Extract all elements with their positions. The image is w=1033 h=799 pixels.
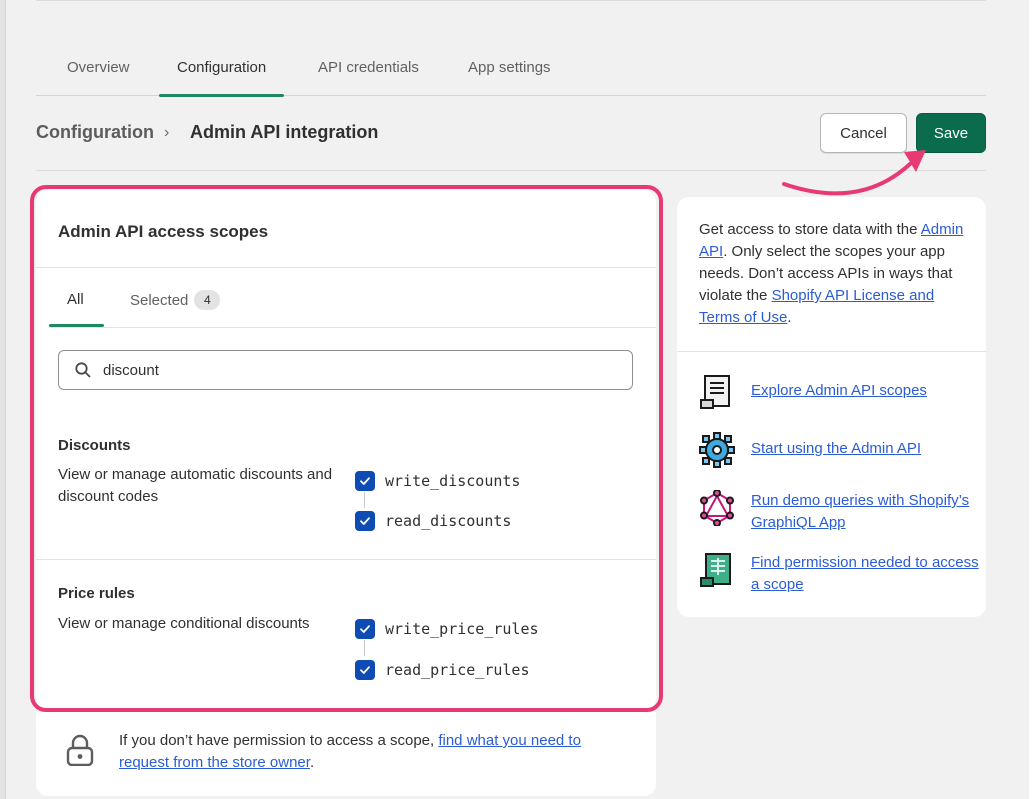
tab-overview[interactable]: Overview: [67, 47, 130, 96]
checkbox-read-price-rules[interactable]: [355, 660, 375, 680]
group-title-price-rules: Price rules: [58, 585, 135, 602]
resource-link[interactable]: Explore Admin API scopes: [751, 380, 927, 402]
divider: [677, 351, 986, 352]
tab-selected-label: Selected: [130, 292, 189, 309]
divider: [49, 327, 656, 328]
side-intro: Get access to store data with the Admin …: [699, 219, 971, 329]
page-title: Admin API integration: [190, 122, 379, 142]
search-icon: [75, 362, 91, 378]
help-side-card: Get access to store data with the Admin …: [677, 197, 986, 617]
breadcrumb-configuration[interactable]: Configuration: [36, 122, 154, 143]
scope-label: write_price_rules: [385, 620, 539, 638]
checkmark-icon: [360, 625, 370, 633]
checkmark-icon: [360, 477, 370, 485]
access-scopes-card: Admin API access scopes All Selected 4 Di…: [36, 190, 656, 710]
scope-label: read_price_rules: [385, 661, 530, 679]
tab-all[interactable]: All: [67, 291, 84, 308]
right-edge: [1029, 0, 1033, 799]
gear-icon: [699, 432, 735, 468]
group-title-discounts: Discounts: [58, 437, 131, 454]
permission-help-card: If you don’t have permission to access a…: [36, 712, 656, 796]
selected-count-badge: 4: [194, 290, 221, 310]
tab-configuration[interactable]: Configuration: [159, 47, 285, 97]
search-field[interactable]: [58, 350, 633, 390]
scope-label: write_discounts: [385, 472, 521, 490]
chevron-right-icon: ›: [164, 124, 170, 141]
document-scroll-icon: [700, 553, 731, 587]
scope-connector: [364, 640, 365, 656]
tab-app-settings[interactable]: App settings: [468, 47, 551, 96]
scroll-icon: [700, 375, 730, 409]
scope-label: read_discounts: [385, 512, 512, 530]
checkbox-write-discounts[interactable]: [355, 471, 375, 491]
intro-text: .: [787, 309, 792, 326]
lock-icon: [66, 734, 94, 766]
divider: [36, 267, 656, 268]
resource-link[interactable]: Start using the Admin API: [751, 438, 921, 460]
app-tabs: Overview Configuration API credentials A…: [36, 47, 986, 97]
graphql-icon: [700, 490, 734, 526]
divider: [36, 559, 656, 560]
checkbox-write-price-rules[interactable]: [355, 619, 375, 639]
tab-selected[interactable]: Selected 4: [130, 290, 221, 310]
annotation-arrow-icon: [782, 150, 926, 196]
help-text-end: .: [309, 754, 315, 771]
resource-link[interactable]: Run demo queries with Shopify’s GraphiQL…: [751, 490, 979, 534]
intro-text: Get access to store data with the: [699, 221, 918, 238]
help-text: If you don’t have permission to access a…: [119, 732, 435, 749]
group-description-price-rules: View or manage conditional discounts: [58, 615, 310, 632]
left-edge: [0, 0, 6, 799]
top-divider: [36, 0, 986, 1]
checkbox-read-discounts[interactable]: [355, 511, 375, 531]
scope-connector: [364, 492, 365, 508]
card-title: Admin API access scopes: [58, 222, 269, 241]
tab-api-credentials[interactable]: API credentials: [318, 47, 419, 96]
checkmark-icon: [360, 666, 370, 674]
checkmark-icon: [360, 517, 370, 525]
resource-link[interactable]: Find permission needed to access a scope: [751, 552, 979, 596]
group-description-discounts: View or manage automatic discounts and d…: [58, 466, 333, 505]
search-input[interactable]: [103, 359, 603, 381]
permission-help-text: If you don’t have permission to access a…: [119, 730, 629, 774]
